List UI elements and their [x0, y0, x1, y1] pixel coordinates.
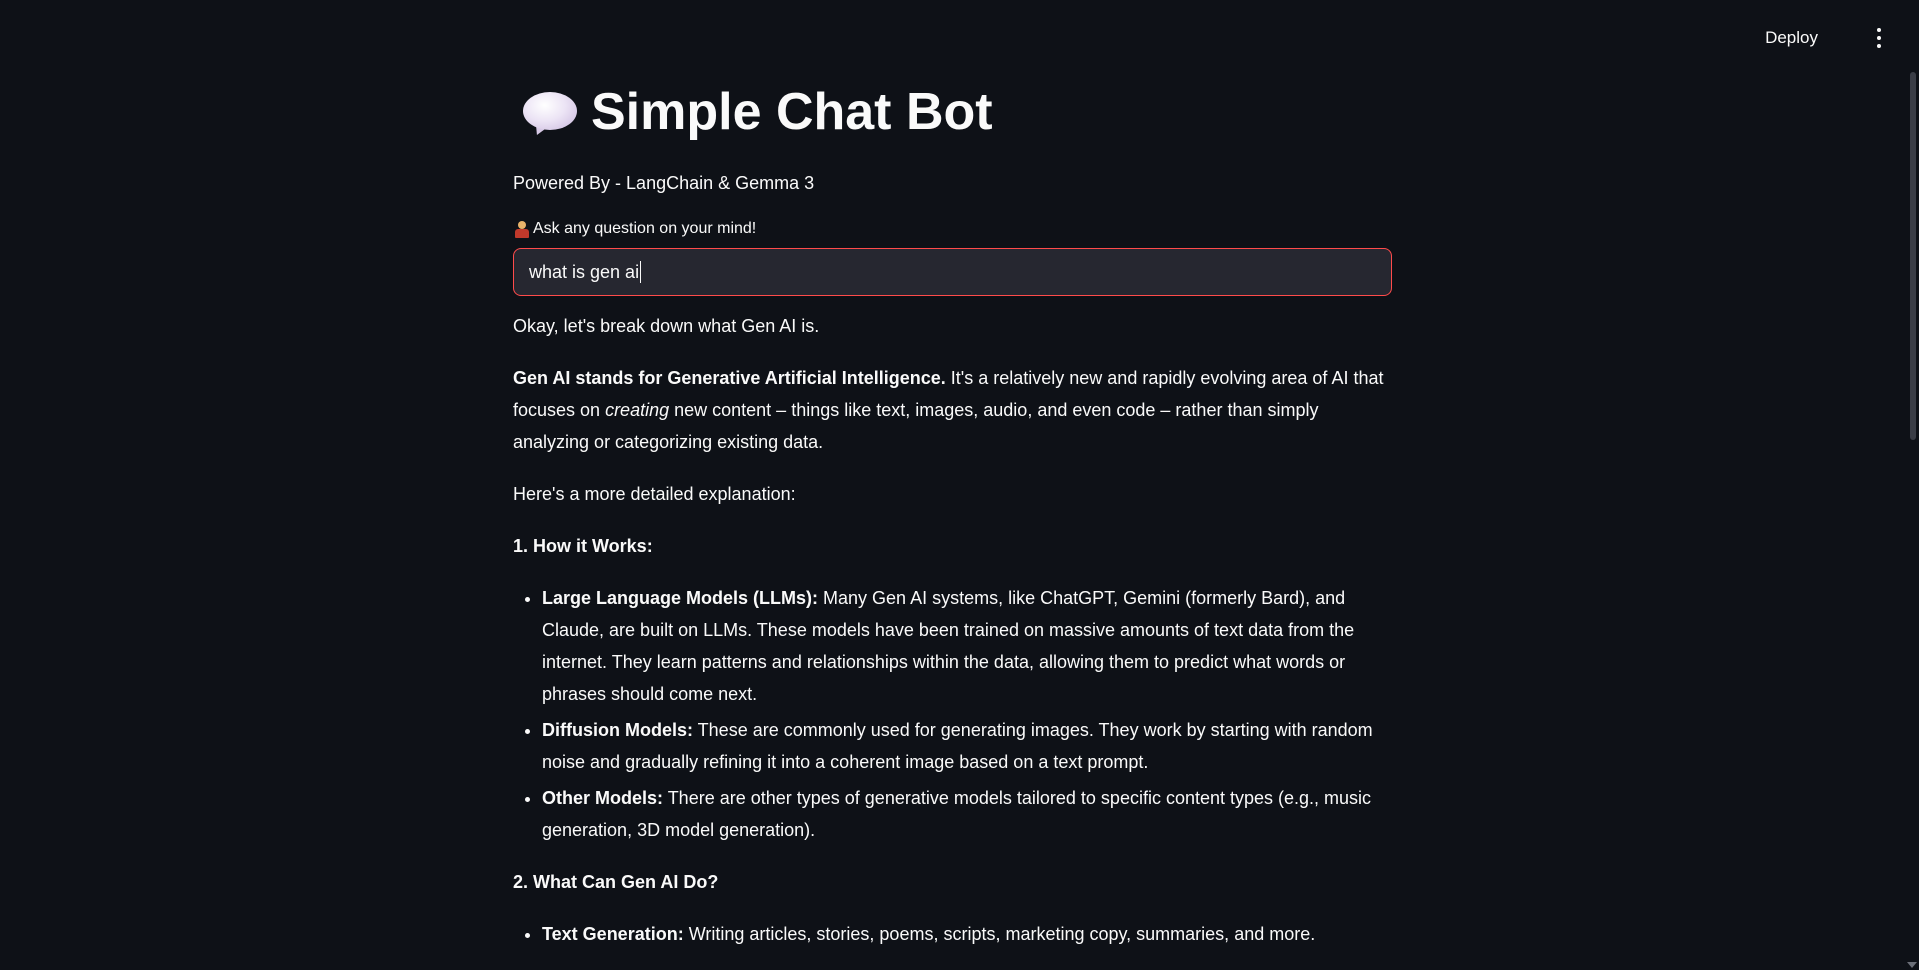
question-label-text: Ask any question on your mind!	[533, 220, 757, 237]
app-header: Deploy	[0, 0, 1919, 72]
speech-bubble-icon	[521, 88, 579, 139]
list-item: Other Models: There are other types of g…	[542, 782, 1394, 846]
kebab-dot	[1877, 44, 1881, 48]
page-title: Simple Chat Bot	[513, 78, 1394, 146]
question-input-value: what is gen ai	[529, 261, 640, 282]
kebab-dot	[1877, 36, 1881, 40]
list-item: Diffusion Models: These are commonly use…	[542, 714, 1394, 778]
kebab-dot	[1877, 28, 1881, 32]
list-item: Large Language Models (LLMs): Many Gen A…	[542, 582, 1394, 710]
definition-emphasis: creating	[605, 400, 670, 420]
answer-definition: Gen AI stands for Generative Artificial …	[513, 362, 1394, 458]
kebab-menu-icon[interactable]	[1869, 24, 1889, 52]
answer-intro: Okay, let's break down what Gen AI is.	[513, 316, 820, 336]
deploy-button[interactable]: Deploy	[1759, 24, 1824, 52]
answer-more: Here's a more detailed explanation:	[513, 484, 796, 504]
definition-bold: Gen AI stands for Generative Artificial …	[513, 368, 946, 388]
main-content: Simple Chat Bot Powered By - LangChain &…	[513, 78, 1394, 970]
text-caret	[640, 261, 642, 283]
person-icon	[513, 220, 530, 238]
page-title-text: Simple Chat Bot	[591, 83, 993, 141]
section-heading: 1. How it Works:	[513, 536, 653, 556]
section1-list: Large Language Models (LLMs): Many Gen A…	[513, 582, 1394, 846]
scrollbar[interactable]	[1910, 72, 1916, 962]
answer-area: Okay, let's break down what Gen AI is. G…	[513, 310, 1394, 950]
section-heading: 2. What Can Gen AI Do?	[513, 872, 719, 892]
scroll-down-arrow-icon[interactable]	[1907, 962, 1917, 968]
list-item: Text Generation: Writing articles, stori…	[542, 918, 1394, 950]
section2-list: Text Generation: Writing articles, stori…	[513, 918, 1394, 950]
scrollbar-thumb[interactable]	[1910, 72, 1916, 440]
subtitle: Powered By - LangChain & Gemma 3	[513, 173, 815, 193]
question-input[interactable]: what is gen ai	[513, 248, 1392, 296]
question-label: Ask any question on your mind!	[513, 218, 1394, 240]
